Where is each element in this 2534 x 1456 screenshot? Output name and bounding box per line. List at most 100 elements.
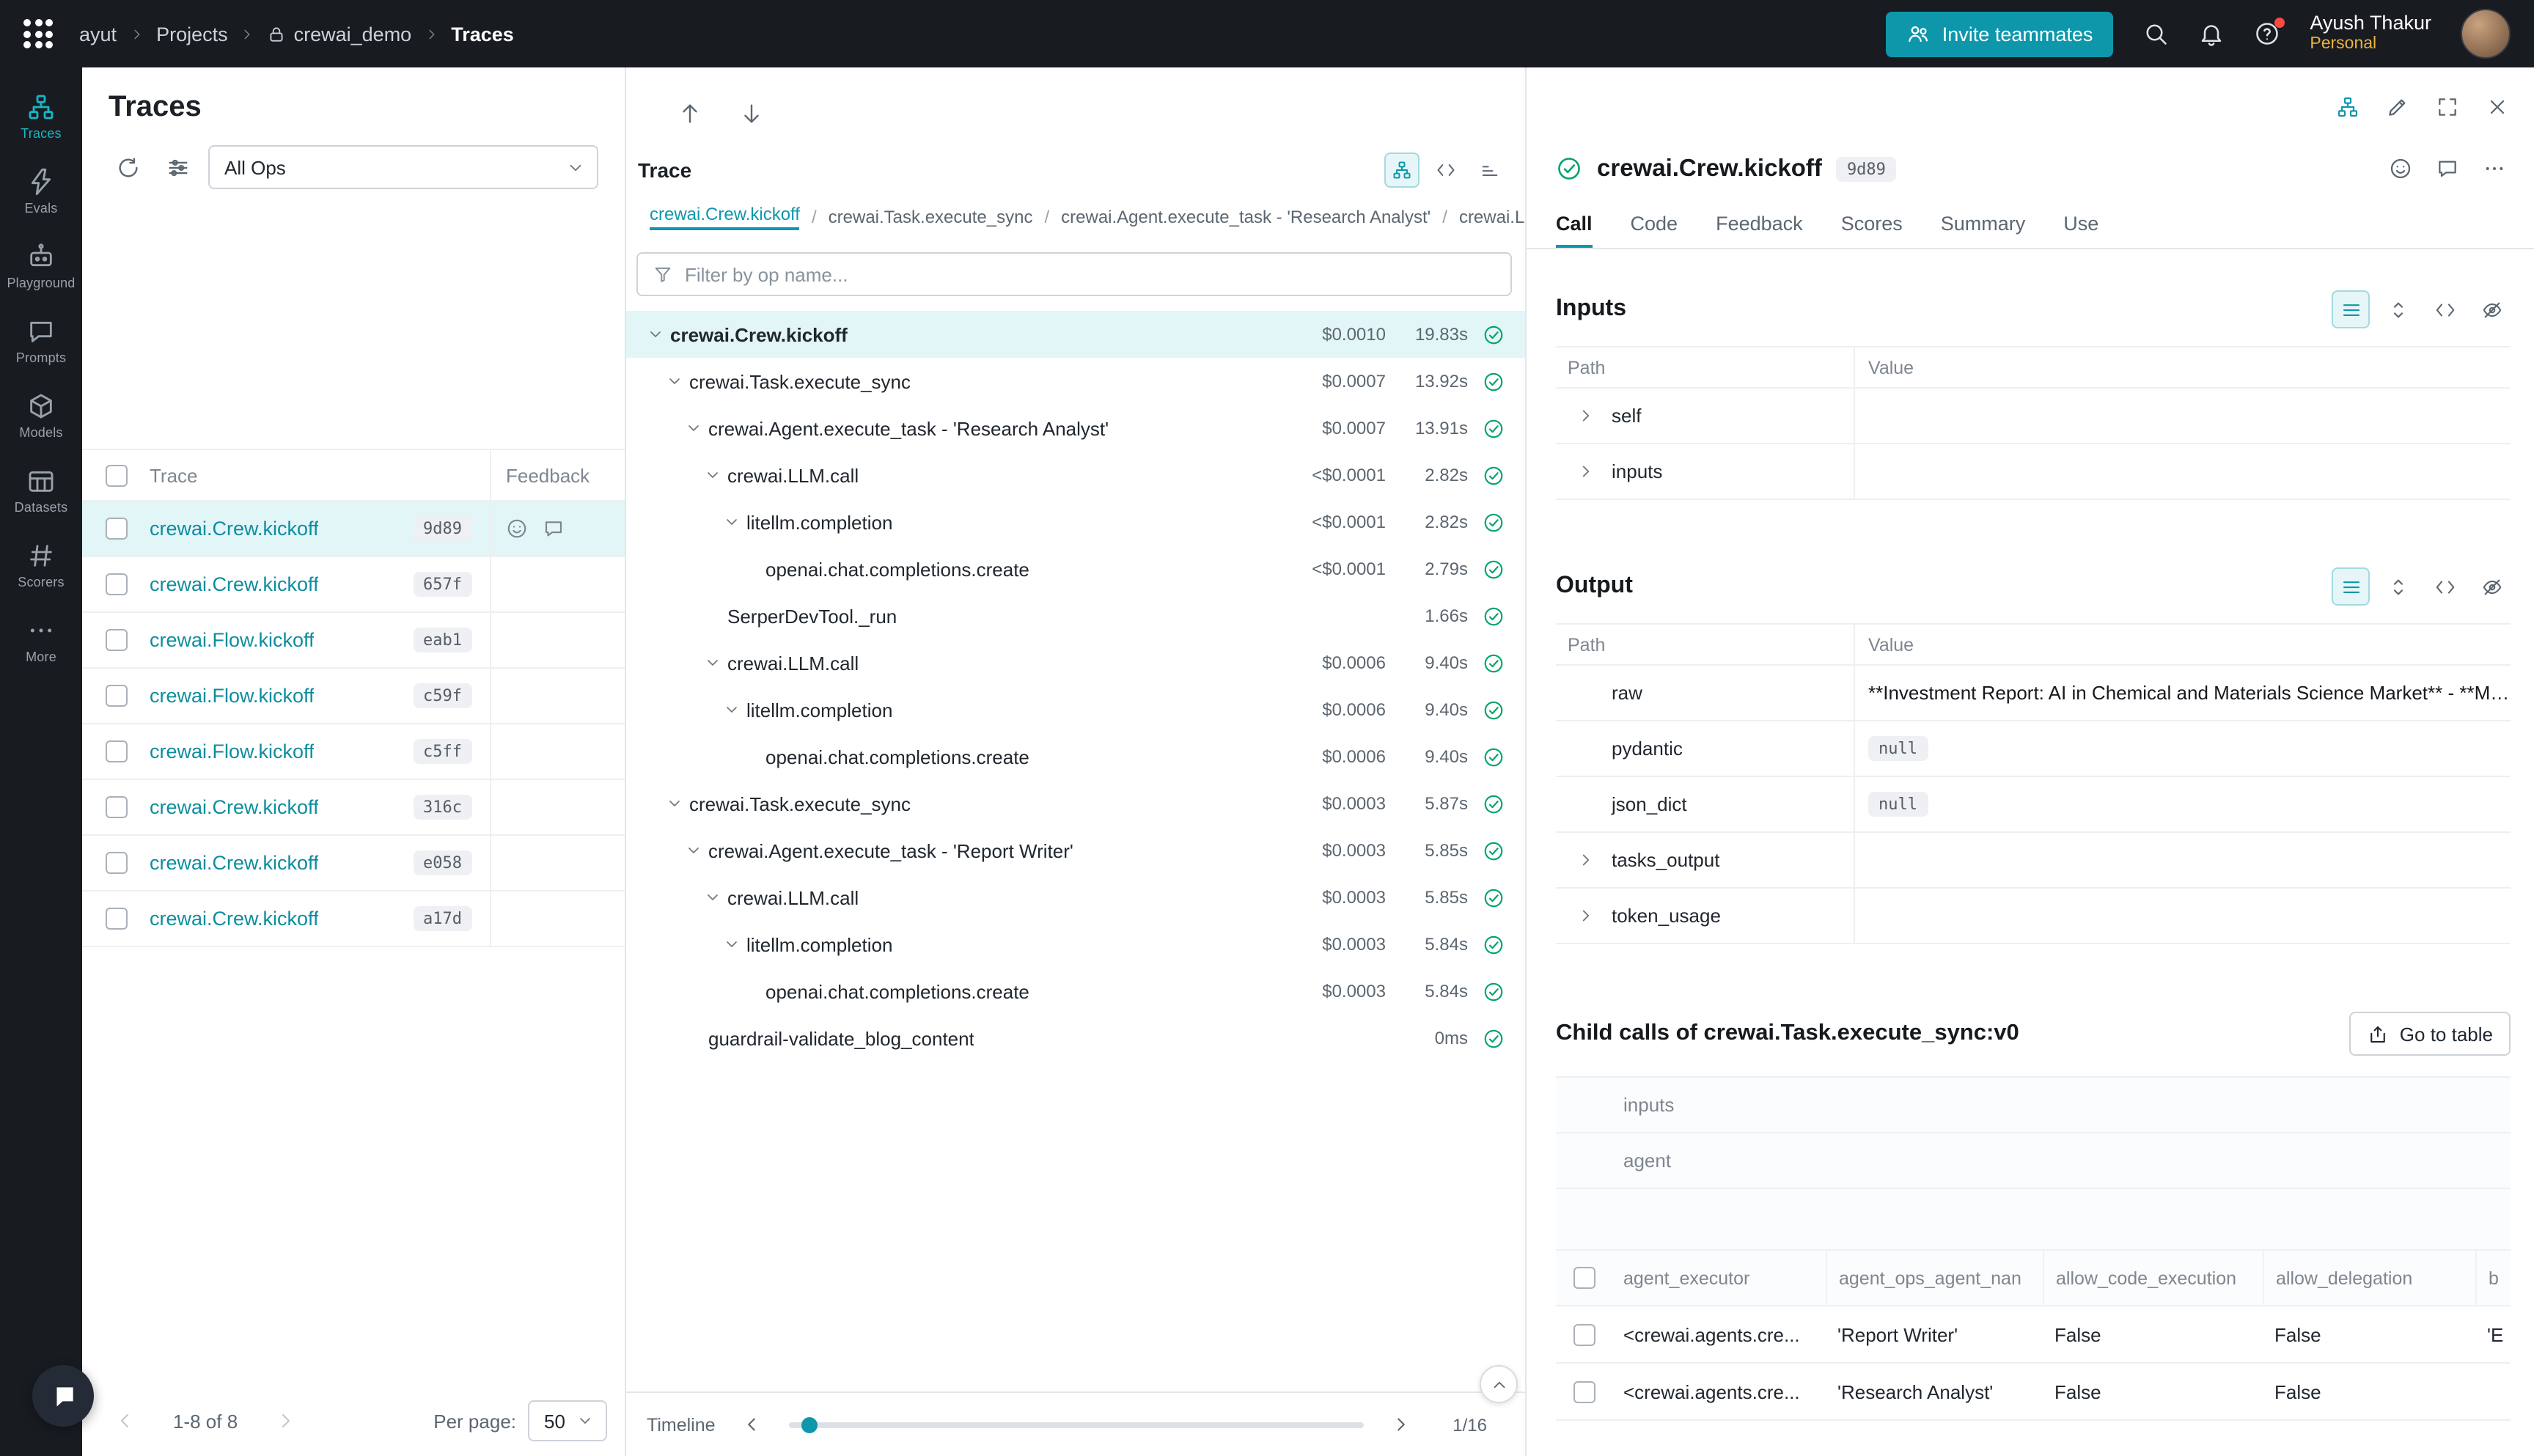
sidebar-item-datasets[interactable]: Datasets: [0, 453, 82, 528]
expand-caret[interactable]: [644, 326, 667, 343]
call-tree-row[interactable]: guardrail-validate_blog_content0ms: [626, 1015, 1525, 1062]
tab-feedback[interactable]: Feedback: [1716, 202, 1803, 248]
expand-caret[interactable]: [682, 842, 705, 859]
trace-crumb[interactable]: crewai.LLM.cal: [1459, 207, 1525, 227]
row-checkbox[interactable]: [1573, 1323, 1595, 1345]
op-name-filter-input[interactable]: [685, 263, 1496, 285]
call-tree-row[interactable]: crewai.LLM.call$0.00069.40s: [626, 639, 1525, 686]
expand-chevron-icon[interactable]: [1576, 406, 1612, 425]
list-view-button[interactable]: [2332, 290, 2370, 328]
next-page-button[interactable]: [267, 1402, 305, 1440]
call-tree-row[interactable]: crewai.Agent.execute_task - 'Research An…: [626, 405, 1525, 452]
avatar[interactable]: [2461, 9, 2511, 59]
user-menu[interactable]: Ayush Thakur Personal: [2310, 12, 2431, 56]
timeline-slider[interactable]: [789, 1422, 1364, 1427]
per-page-select[interactable]: 50: [528, 1400, 607, 1441]
more-options-button[interactable]: [2475, 150, 2513, 188]
call-tree-row[interactable]: SerperDevTool._run1.66s: [626, 592, 1525, 639]
call-tree-row[interactable]: openai.chat.completions.create<$0.00012.…: [626, 545, 1525, 592]
trace-row[interactable]: crewai.Crew.kickoff316c: [82, 780, 625, 836]
go-to-table-button[interactable]: Go to table: [2350, 1012, 2511, 1056]
trace-row[interactable]: crewai.Crew.kickoffa17d: [82, 891, 625, 947]
trace-row[interactable]: crewai.Flow.kickoffc5ff: [82, 724, 625, 780]
refresh-button[interactable]: [109, 148, 147, 186]
edit-button[interactable]: [2379, 88, 2417, 126]
child-call-row[interactable]: <crewai.agents.cre...'Research Analyst'F…: [1556, 1364, 2511, 1421]
trace-link[interactable]: crewai.Flow.kickoff: [150, 685, 315, 707]
column-settings-button[interactable]: [158, 148, 197, 186]
tree-view-button[interactable]: [1384, 152, 1420, 188]
expand-caret[interactable]: [682, 419, 705, 437]
chat-widget-button[interactable]: [32, 1365, 94, 1427]
sidebar-item-prompts[interactable]: Prompts: [0, 304, 82, 378]
call-tree-row[interactable]: openai.chat.completions.create$0.00035.8…: [626, 968, 1525, 1015]
row-checkbox[interactable]: [1573, 1380, 1595, 1402]
close-button[interactable]: [2478, 88, 2516, 126]
timeline-slider-handle[interactable]: [801, 1416, 817, 1433]
breadcrumb-traces[interactable]: Traces: [451, 23, 514, 45]
expand-caret[interactable]: [701, 889, 724, 906]
output-row-tasks_output[interactable]: tasks_output: [1556, 833, 2511, 889]
expand-caret[interactable]: [701, 466, 724, 484]
previous-trace-button[interactable]: [670, 94, 708, 132]
trace-crumb[interactable]: crewai.Agent.execute_task - 'Research An…: [1061, 207, 1431, 227]
select-all-checkbox[interactable]: [1573, 1267, 1595, 1289]
tab-code[interactable]: Code: [1631, 202, 1678, 248]
timeline-next-button[interactable]: [1381, 1405, 1420, 1444]
tab-use[interactable]: Use: [2063, 202, 2098, 248]
code-view-button[interactable]: [2425, 290, 2464, 328]
call-tree-row[interactable]: litellm.completion$0.00035.84s: [626, 921, 1525, 968]
prev-page-button[interactable]: [106, 1402, 144, 1440]
row-checkbox[interactable]: [106, 573, 128, 595]
call-tree-row[interactable]: litellm.completion$0.00069.40s: [626, 686, 1525, 733]
collapse-panel-button[interactable]: [1480, 1365, 1518, 1403]
tab-summary[interactable]: Summary: [1941, 202, 2026, 248]
add-note-button[interactable]: [2428, 150, 2467, 188]
expand-values-button[interactable]: [2379, 567, 2417, 606]
trace-link[interactable]: crewai.Flow.kickoff: [150, 629, 315, 651]
expand-caret[interactable]: [720, 935, 743, 953]
call-tree-row[interactable]: crewai.Task.execute_sync$0.00035.87s: [626, 780, 1525, 827]
expand-caret[interactable]: [720, 701, 743, 718]
tab-call[interactable]: Call: [1556, 202, 1593, 248]
call-tree-row[interactable]: crewai.LLM.call<$0.00012.82s: [626, 452, 1525, 499]
select-all-checkbox[interactable]: [106, 464, 128, 486]
expand-chevron-icon[interactable]: [1576, 462, 1612, 481]
expand-chevron-icon[interactable]: [1576, 850, 1612, 869]
trace-row[interactable]: crewai.Crew.kickoff9d89: [82, 501, 625, 557]
trace-link[interactable]: crewai.Crew.kickoff: [150, 573, 319, 595]
invite-teammates-button[interactable]: Invite teammates: [1887, 11, 2114, 56]
code-view-button[interactable]: [2425, 567, 2464, 606]
add-reaction-button[interactable]: [2381, 150, 2420, 188]
flame-view-button[interactable]: [1472, 152, 1507, 188]
sidebar-item-scorers[interactable]: Scorers: [0, 528, 82, 603]
notifications-button[interactable]: [2198, 21, 2225, 47]
trace-link[interactable]: crewai.Flow.kickoff: [150, 740, 315, 762]
call-tree-row[interactable]: crewai.Crew.kickoff$0.001019.83s: [626, 311, 1525, 358]
search-button[interactable]: [2142, 21, 2169, 47]
input-row-inputs[interactable]: inputs: [1556, 444, 2511, 500]
child-call-row[interactable]: <crewai.agents.cre...'Report Writer'Fals…: [1556, 1306, 2511, 1364]
expand-caret[interactable]: [663, 372, 686, 390]
code-view-button[interactable]: [1428, 152, 1464, 188]
call-tree-row[interactable]: litellm.completion<$0.00012.82s: [626, 499, 1525, 545]
breadcrumb-entity[interactable]: ayut: [79, 23, 117, 45]
timeline-prev-button[interactable]: [733, 1405, 771, 1444]
input-row-self[interactable]: self: [1556, 389, 2511, 444]
call-tree-row[interactable]: crewai.Task.execute_sync$0.000713.92s: [626, 358, 1525, 405]
sidebar-item-more[interactable]: More: [0, 603, 82, 677]
hide-values-button[interactable]: [2472, 567, 2511, 606]
sidebar-item-playground[interactable]: Playground: [0, 229, 82, 304]
fullscreen-button[interactable]: [2428, 88, 2467, 126]
call-tree-row[interactable]: crewai.Agent.execute_task - 'Report Writ…: [626, 827, 1525, 874]
row-checkbox[interactable]: [106, 685, 128, 707]
next-trace-button[interactable]: [732, 94, 770, 132]
wandb-logo[interactable]: [23, 19, 53, 48]
sidebar-item-traces[interactable]: Traces: [0, 79, 82, 154]
trace-crumb[interactable]: crewai.Crew.kickoff: [650, 204, 800, 230]
trace-link[interactable]: crewai.Crew.kickoff: [150, 518, 319, 540]
trace-crumb[interactable]: crewai.Task.execute_sync: [829, 207, 1033, 227]
list-view-button[interactable]: [2332, 567, 2370, 606]
call-tree-row[interactable]: crewai.LLM.call$0.00035.85s: [626, 874, 1525, 921]
output-row-token_usage[interactable]: token_usage: [1556, 889, 2511, 944]
